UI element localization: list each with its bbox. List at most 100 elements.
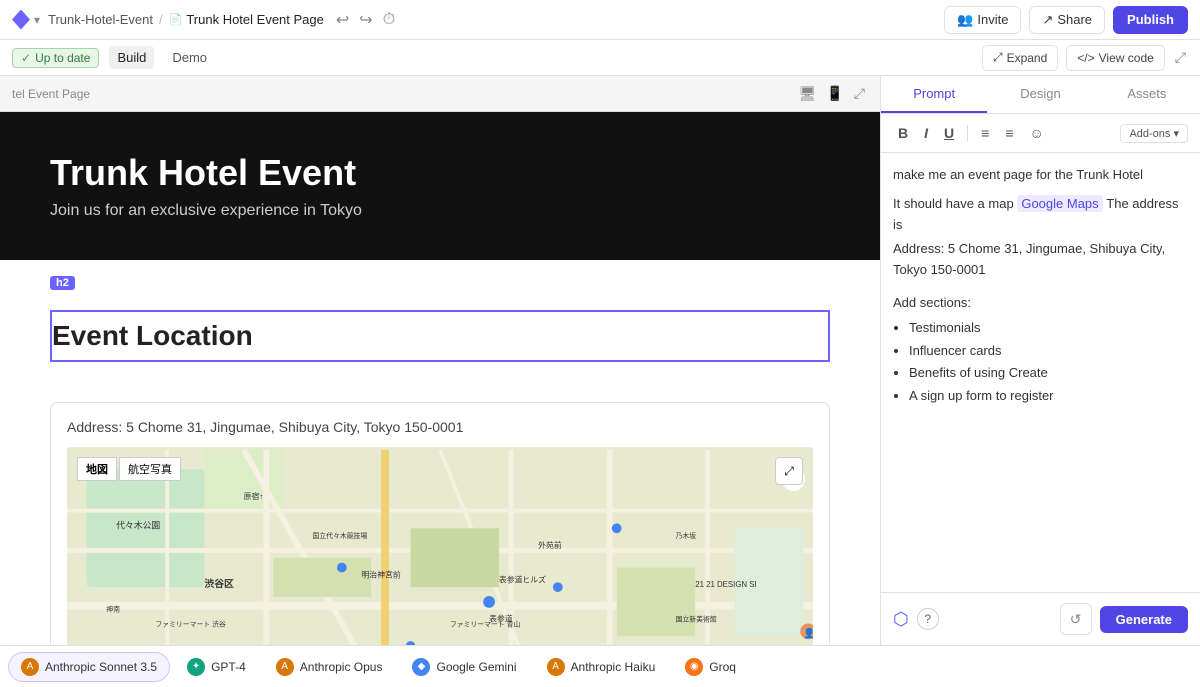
prompt-bullet-2: Influencer cards <box>909 341 1188 362</box>
main-layout: tel Event Page 🖥 📱 ⤢ Trunk Hotel Event J… <box>0 76 1200 645</box>
page-header: Trunk Hotel Event Join us for an exclusi… <box>0 112 880 260</box>
unordered-list-button[interactable]: ≡ <box>1000 122 1018 144</box>
share-icon: ↗ <box>1042 12 1053 28</box>
svg-text:21 21 DESIGN SI: 21 21 DESIGN SI <box>695 580 756 589</box>
svg-text:国立代々木競技場: 国立代々木競技場 <box>312 531 367 540</box>
model-chip-gpt4[interactable]: ✦ GPT-4 <box>174 652 259 682</box>
underline-button[interactable]: U <box>939 122 959 144</box>
help-button[interactable]: ? <box>917 608 939 630</box>
svg-text:原宿↑: 原宿↑ <box>244 491 264 501</box>
discord-icon[interactable]: ⬡ <box>893 609 909 630</box>
fullscreen-button[interactable]: ⤢ <box>1173 47 1188 68</box>
gpt4-label: GPT-4 <box>211 660 246 674</box>
demo-mode-button[interactable]: Demo <box>164 46 215 69</box>
canvas-area: tel Event Page 🖥 📱 ⤢ Trunk Hotel Event J… <box>0 76 880 645</box>
prompt-bullet-4: A sign up form to register <box>909 386 1188 407</box>
canvas-content: Trunk Hotel Event Join us for an exclusi… <box>0 112 880 645</box>
svg-text:神南: 神南 <box>106 605 120 614</box>
prompt-bullet-3: Benefits of using Create <box>909 363 1188 384</box>
svg-text:乃木坂: 乃木坂 <box>676 531 697 540</box>
toolbar-separator <box>967 125 968 141</box>
redo-button[interactable]: ↪ <box>355 6 376 34</box>
expand-icon: ⤢ <box>993 50 1003 65</box>
groq-label: Groq <box>709 660 736 674</box>
topbar-actions: 👥 Invite ↗ Share Publish <box>944 6 1188 34</box>
page-header-subtitle: Join us for an exclusive experience in T… <box>50 202 830 220</box>
logo-diamond <box>12 10 30 30</box>
breadcrumb-current[interactable]: 📄 Trunk Hotel Event Page <box>169 12 324 27</box>
anthropic-opus-label: Anthropic Opus <box>300 660 383 674</box>
map-visual: 代々木公園 原宿↑ 渋谷区 表参道 明治神宮前 渋谷PARCO 外苑前 乃木坂 … <box>67 447 813 645</box>
groq-icon: ◉ <box>685 658 703 676</box>
tab-design[interactable]: Design <box>987 76 1093 113</box>
svg-text:代々木公園: 代々木公園 <box>116 519 160 530</box>
breadcrumb-parent[interactable]: Trunk-Hotel-Event <box>48 12 153 27</box>
h2-badge: h2 <box>50 276 75 290</box>
tab-assets[interactable]: Assets <box>1094 76 1200 113</box>
prompt-line-1: make me an event page for the Trunk Hote… <box>893 165 1188 186</box>
svg-text:渋谷区: 渋谷区 <box>204 577 234 590</box>
page-icon: 📄 <box>169 13 183 26</box>
google-gemini-label: Google Gemini <box>436 660 516 674</box>
build-mode-button[interactable]: Build <box>109 46 154 69</box>
addons-button[interactable]: Add-ons ▾ <box>1120 124 1188 143</box>
model-chip-opus[interactable]: A Anthropic Opus <box>263 652 396 682</box>
canvas-topbar: tel Event Page 🖥 📱 ⤢ <box>0 76 880 112</box>
model-chip-haiku[interactable]: A Anthropic Haiku <box>534 652 669 682</box>
right-panel: Prompt Design Assets B I U ≡ ≡ ☺ Add-ons… <box>880 76 1200 645</box>
anthropic-haiku-label: Anthropic Haiku <box>571 660 656 674</box>
panel-bottom: ⬡ ? ↺ Generate <box>881 592 1200 645</box>
logo: ▾ <box>12 6 40 34</box>
canvas-title: tel Event Page <box>12 87 90 101</box>
emoji-button[interactable]: ☺ <box>1024 122 1048 144</box>
history-button[interactable]: ⏱ <box>379 6 399 34</box>
prompt-add-sections: Add sections: <box>893 293 1188 314</box>
invite-button[interactable]: 👥 Invite <box>944 6 1021 34</box>
undo-redo-group: ↩ ↪ ⏱ <box>332 6 399 34</box>
map-type-aerial-button[interactable]: 航空写真 <box>119 457 181 481</box>
map-type-map-button[interactable]: 地図 <box>77 457 117 481</box>
device-icons: 🖥 📱 ⤢ <box>796 82 868 105</box>
prompt-address: Address: 5 Chome 31, Jingumae, Shibuya C… <box>893 239 1188 281</box>
view-controls: ⤢ Expand </> View code ⤢ <box>982 45 1188 71</box>
italic-button[interactable]: I <box>919 122 933 144</box>
status-badge: ✓ Up to date <box>12 48 99 68</box>
publish-button[interactable]: Publish <box>1113 6 1188 34</box>
panel-content: make me an event page for the Trunk Hote… <box>881 153 1200 592</box>
panel-tabs: Prompt Design Assets <box>881 76 1200 114</box>
breadcrumb-separator: / <box>159 12 163 27</box>
undo-button[interactable]: ↩ <box>332 6 353 34</box>
view-code-button[interactable]: </> View code <box>1066 45 1165 71</box>
prompt-line-2: It should have a map Google Maps The add… <box>893 194 1188 236</box>
map-expand-button[interactable]: ⤢ <box>775 457 803 485</box>
breadcrumb: Trunk-Hotel-Event / 📄 Trunk Hotel Event … <box>48 12 324 27</box>
anthropic-haiku-icon: A <box>547 658 565 676</box>
page-header-title: Trunk Hotel Event <box>50 152 830 194</box>
regenerate-button[interactable]: ↺ <box>1060 603 1092 635</box>
canvas-expand-button[interactable]: ⤢ <box>851 82 868 105</box>
desktop-view-button[interactable]: 🖥 <box>796 82 820 105</box>
google-gemini-icon: ◆ <box>412 658 430 676</box>
expand-button[interactable]: ⤢ Expand <box>982 45 1058 71</box>
model-chip-gemini[interactable]: ◆ Google Gemini <box>399 652 529 682</box>
section-heading: Event Location <box>50 310 830 362</box>
ordered-list-button[interactable]: ≡ <box>976 122 994 144</box>
location-card: Address: 5 Chome 31, Jingumae, Shibuya C… <box>50 402 830 645</box>
share-button[interactable]: ↗ Share <box>1029 6 1105 34</box>
model-chip-sonnet[interactable]: A Anthropic Sonnet 3.5 <box>8 652 170 682</box>
event-location-section: Event Location <box>0 294 880 386</box>
generate-button[interactable]: Generate <box>1100 606 1188 633</box>
gpt4-icon: ✦ <box>187 658 205 676</box>
google-maps-link[interactable]: Google Maps <box>1017 195 1102 212</box>
anthropic-sonnet-label: Anthropic Sonnet 3.5 <box>45 660 157 674</box>
location-address: Address: 5 Chome 31, Jingumae, Shibuya C… <box>67 419 813 435</box>
map-container[interactable]: 代々木公園 原宿↑ 渋谷区 表参道 明治神宮前 渋谷PARCO 外苑前 乃木坂 … <box>67 447 813 645</box>
anthropic-opus-icon: A <box>276 658 294 676</box>
svg-text:外苑前: 外苑前 <box>538 540 562 550</box>
tab-prompt[interactable]: Prompt <box>881 76 987 113</box>
map-type-controls: 地図 航空写真 <box>77 457 181 481</box>
svg-text:ファミリーマート 青山: ファミリーマート 青山 <box>450 619 521 628</box>
bold-button[interactable]: B <box>893 122 913 144</box>
mobile-view-button[interactable]: 📱 <box>823 82 846 105</box>
model-chip-groq[interactable]: ◉ Groq <box>672 652 749 682</box>
